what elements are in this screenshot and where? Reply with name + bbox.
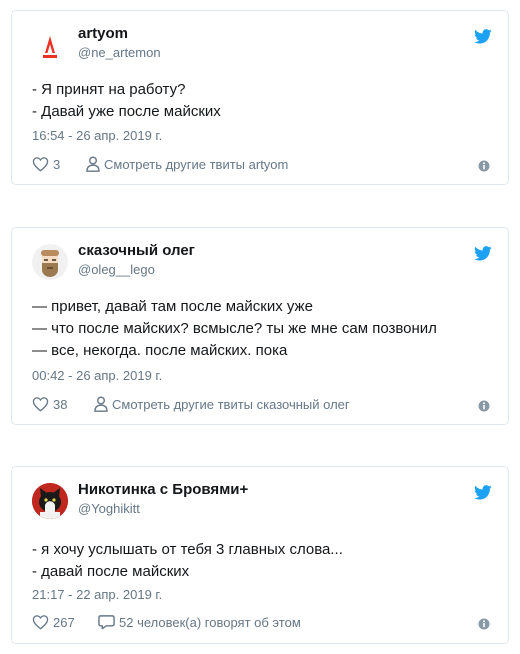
heart-icon <box>32 615 49 630</box>
tweet-line: - давай после майских <box>32 563 190 580</box>
tweet-timestamp[interactable]: 00:42 - 26 апр. 2019 г. <box>32 368 162 383</box>
tweet-line: - Давай уже после майских <box>32 103 221 120</box>
like-count: 3 <box>53 156 61 172</box>
tweet-text: - Я принят на работу? - Давай уже после … <box>32 79 492 123</box>
tweet-header: сказочный олег @oleg__lego <box>32 242 492 282</box>
tweet-line: — все, некогда. после майских. пока <box>32 342 288 359</box>
view-more-tweets-link[interactable]: Смотреть другие твиты сказочный олег <box>94 396 350 412</box>
tweet-card[interactable]: artyom @ne_artemon - Я принят на работу?… <box>11 10 509 185</box>
info-icon[interactable] <box>478 160 490 172</box>
view-more-tweets-link[interactable]: Смотреть другие твиты artyom <box>86 156 288 172</box>
tweet-card[interactable]: Никотинка с Бровями+ @Yoghikitt - я хочу… <box>11 466 509 644</box>
alfa-bank-logo-icon[interactable] <box>32 27 68 63</box>
info-icon[interactable] <box>478 400 490 412</box>
author-handle[interactable]: @oleg__lego <box>78 262 155 277</box>
author-handle[interactable]: @ne_artemon <box>78 45 161 60</box>
author-name[interactable]: сказочный олег <box>78 242 195 259</box>
like-button[interactable]: 38 <box>32 396 67 412</box>
view-more-tweets-label: Смотреть другие твиты сказочный олег <box>112 396 350 412</box>
tweet-line: - я хочу услышать от тебя 3 главных слов… <box>32 541 343 558</box>
tweet-line: — что после майских? всмысле? ты же мне … <box>32 320 437 337</box>
like-button[interactable]: 3 <box>32 156 60 172</box>
tweet-line: — привет, давай там после майских уже <box>32 298 313 315</box>
view-more-tweets-label: Смотреть другие твиты artyom <box>104 156 289 172</box>
info-icon[interactable] <box>478 618 490 630</box>
heart-icon <box>32 157 49 172</box>
twitter-bird-icon[interactable] <box>474 246 492 261</box>
tweet-line: - Я принят на работу? <box>32 81 186 98</box>
heart-icon <box>32 397 49 412</box>
person-icon <box>86 156 100 172</box>
author-name[interactable]: Никотинка с Бровями+ <box>78 481 248 498</box>
author-handle[interactable]: @Yoghikitt <box>78 501 140 516</box>
like-count: 38 <box>53 396 68 412</box>
conversation-label: 52 человек(а) говорят об этом <box>119 614 301 630</box>
tweet-actions: 267 52 человек(а) говорят об этом <box>32 614 490 634</box>
like-button[interactable]: 267 <box>32 614 75 630</box>
tweet-timestamp[interactable]: 21:17 - 22 апр. 2019 г. <box>32 587 162 602</box>
tweet-text: - я хочу услышать от тебя 3 главных слов… <box>32 539 492 583</box>
twitter-bird-icon[interactable] <box>474 29 492 44</box>
reply-bubble-icon <box>98 615 115 630</box>
tweet-header: artyom @ne_artemon <box>32 25 492 65</box>
person-icon <box>94 396 108 412</box>
like-count: 267 <box>53 614 75 630</box>
conversation-link[interactable]: 52 человек(а) говорят об этом <box>98 614 301 630</box>
bearded-man-avatar-icon[interactable] <box>32 244 68 280</box>
tweet-text: — привет, давай там после майских уже — … <box>32 296 492 362</box>
tweet-actions: 3 Смотреть другие твиты artyom <box>32 156 490 176</box>
tweet-header: Никотинка с Бровями+ @Yoghikitt <box>32 481 492 521</box>
cat-photo-avatar-icon[interactable] <box>32 483 68 519</box>
twitter-bird-icon[interactable] <box>474 485 492 500</box>
tweet-card[interactable]: сказочный олег @oleg__lego — привет, дав… <box>11 227 509 425</box>
tweet-actions: 38 Смотреть другие твиты сказочный олег <box>32 396 490 416</box>
tweet-timestamp[interactable]: 16:54 - 26 апр. 2019 г. <box>32 128 162 143</box>
author-name[interactable]: artyom <box>78 25 128 42</box>
